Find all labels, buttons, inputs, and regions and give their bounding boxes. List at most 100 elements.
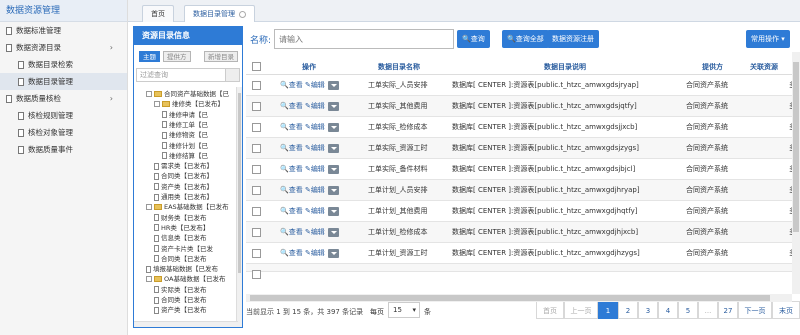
page-button[interactable]: ... <box>698 301 718 319</box>
query-button[interactable]: 🔍查询 <box>457 30 490 48</box>
more-actions-dropdown[interactable] <box>327 164 339 174</box>
edit-link[interactable]: ✎编辑 <box>303 123 325 131</box>
tree-node[interactable]: 资产类【已发布】 <box>154 182 213 192</box>
theme-button[interactable]: 主题 <box>139 51 160 62</box>
search-icon[interactable] <box>225 69 239 81</box>
view-link[interactable]: 🔍查看 <box>280 81 303 89</box>
view-link[interactable]: 🔍查看 <box>280 165 303 173</box>
view-link[interactable]: 🔍查看 <box>280 144 303 152</box>
tree-node[interactable]: 资产卡片类【已发 <box>154 244 213 254</box>
select-all-checkbox[interactable] <box>252 62 261 71</box>
tree-node[interactable]: 实际类【已发布 <box>154 285 207 295</box>
tree-node[interactable]: OA基础数据【已发布 <box>146 274 225 284</box>
add-catalog-button[interactable]: 新增目录 <box>204 51 238 62</box>
edit-link[interactable]: ✎编辑 <box>303 165 325 173</box>
tab-close-icon[interactable] <box>239 10 246 18</box>
view-link[interactable]: 🔍查看 <box>280 186 303 194</box>
more-actions-dropdown[interactable] <box>327 80 339 90</box>
collapse-icon[interactable] <box>154 101 160 108</box>
row-checkbox[interactable] <box>252 270 261 279</box>
page-button[interactable]: 2 <box>618 301 638 319</box>
table-row[interactable]: 🔍查看 ✎编辑 工单实际_资源工时 数据库[ CENTER ]:资源表[public… <box>246 138 800 159</box>
view-link[interactable]: 🔍查看 <box>280 249 303 257</box>
tree-node[interactable]: HR类【已发布】 <box>154 223 209 233</box>
table-row[interactable]: 🔍查看 ✎编辑 工单计划_资源工时 数据库[ CENTER ]:资源表[public… <box>246 243 800 264</box>
row-checkbox[interactable] <box>252 123 261 132</box>
more-actions-dropdown[interactable] <box>327 206 339 216</box>
table-row[interactable]: 🔍查看 ✎编辑 工单计划_检修成本 数据库[ CENTER ]:资源表[public… <box>246 222 800 243</box>
row-checkbox[interactable] <box>252 186 261 195</box>
tree-node[interactable]: 维修物资【已 <box>162 130 208 140</box>
row-checkbox[interactable] <box>252 165 261 174</box>
edit-link[interactable]: ✎编辑 <box>303 249 325 257</box>
tree-node[interactable]: 合同类【已发布 <box>154 254 207 264</box>
last-page-button[interactable]: 末页 <box>772 301 800 319</box>
tab-catalog-management[interactable]: 数据目录管理 <box>184 5 255 22</box>
tree-node[interactable]: 维修计划【已 <box>162 141 208 151</box>
page-button[interactable]: 3 <box>638 301 658 319</box>
more-actions-dropdown[interactable] <box>327 185 339 195</box>
tree-node[interactable]: 维修类【已发布】 <box>154 99 224 109</box>
row-checkbox[interactable] <box>252 207 261 216</box>
table-row[interactable]: 🔍查看 ✎编辑 工单实际_检修成本 数据库[ CENTER ]:资源表[public… <box>246 117 800 138</box>
collapse-icon[interactable] <box>146 204 152 211</box>
row-checkbox[interactable] <box>252 102 261 111</box>
provider-button[interactable]: 提供方 <box>163 51 191 62</box>
tab-home[interactable]: 首页 <box>142 5 174 22</box>
tree-node[interactable]: 合同类【已发布 <box>154 295 207 305</box>
tree-node[interactable]: 合同类【已发布】 <box>154 171 213 181</box>
row-checkbox[interactable] <box>252 249 261 258</box>
collapse-icon[interactable] <box>146 91 152 97</box>
page-button[interactable]: 4 <box>658 301 678 319</box>
table-row[interactable]: 🔍查看 ✎编辑 工单实际_其他费用 数据库[ CENTER ]:资源表[public… <box>246 96 800 117</box>
sidebar-item[interactable]: 核检对象管理 <box>0 124 127 141</box>
tree-node[interactable]: 填报基础数据【已发布 <box>146 264 218 274</box>
edit-link[interactable]: ✎编辑 <box>303 228 325 236</box>
sidebar-item[interactable]: 数据标准管理 <box>0 22 127 39</box>
register-button[interactable]: 数据资源注册 <box>547 30 599 48</box>
edit-link[interactable]: ✎编辑 <box>303 207 325 215</box>
edit-link[interactable]: ✎编辑 <box>303 102 325 110</box>
tree-node[interactable]: 维修工单【已 <box>162 120 208 130</box>
sidebar-item[interactable]: 数据资源目录 › <box>0 39 127 56</box>
view-link[interactable]: 🔍查看 <box>280 228 303 236</box>
view-link[interactable]: 🔍查看 <box>280 102 303 110</box>
tree-node[interactable]: 通用类【已发布】 <box>154 192 213 202</box>
name-search-input[interactable] <box>274 29 454 49</box>
tree-node[interactable]: 需求类【已发布】 <box>154 161 213 171</box>
edit-link[interactable]: ✎编辑 <box>303 81 325 89</box>
tree-node[interactable]: 合同资产基础数据【已 <box>146 89 229 99</box>
tree-node[interactable]: 信息类【已发布 <box>154 233 207 243</box>
sidebar-item[interactable]: 数据目录管理 <box>0 73 127 90</box>
table-vscrollbar[interactable] <box>792 52 800 294</box>
page-button[interactable]: 1 <box>598 301 618 319</box>
table-row[interactable]: 🔍查看 ✎编辑 工单计划_人员安排 数据库[ CENTER ]:资源表[public… <box>246 180 800 201</box>
row-checkbox[interactable] <box>252 228 261 237</box>
collapse-icon[interactable] <box>146 276 152 283</box>
sidebar-item[interactable]: 数据质量事件 <box>0 141 127 158</box>
sidebar-item[interactable]: 数据目录检索 <box>0 56 127 73</box>
tree-hscrollbar[interactable] <box>134 321 238 327</box>
tree-scrollbar[interactable] <box>236 87 242 327</box>
row-checkbox[interactable] <box>252 81 261 90</box>
more-actions-dropdown[interactable] <box>327 101 339 111</box>
table-row[interactable]: 🔍查看 ✎编辑 工单实际_人员安排 数据库[ CENTER ]:资源表[public… <box>246 75 800 96</box>
next-page-button[interactable]: 下一页 <box>738 301 772 319</box>
tree-filter-input[interactable]: 过滤查询 <box>136 68 240 82</box>
more-actions-dropdown[interactable] <box>327 227 339 237</box>
tree-node[interactable]: 财务类【已发布 <box>154 213 207 223</box>
page-size-select[interactable]: 15 ▾ <box>388 302 420 318</box>
query-all-button[interactable]: 🔍查询全部 <box>502 30 549 48</box>
tree-node[interactable]: EAS基础数据【已发布 <box>146 202 229 212</box>
edit-link[interactable]: ✎编辑 <box>303 144 325 152</box>
table-row[interactable] <box>246 264 800 279</box>
first-page-button[interactable]: 首页 <box>536 301 564 319</box>
table-row[interactable]: 🔍查看 ✎编辑 工单实际_备件材料 数据库[ CENTER ]:资源表[public… <box>246 159 800 180</box>
view-link[interactable]: 🔍查看 <box>280 207 303 215</box>
prev-page-button[interactable]: 上一页 <box>564 301 598 319</box>
view-link[interactable]: 🔍查看 <box>280 123 303 131</box>
edit-link[interactable]: ✎编辑 <box>303 186 325 194</box>
common-ops-button[interactable]: 常用操作 ▾ <box>746 30 790 48</box>
sidebar-item[interactable]: 数据质量核检 › <box>0 90 127 107</box>
more-actions-dropdown[interactable] <box>327 143 339 153</box>
